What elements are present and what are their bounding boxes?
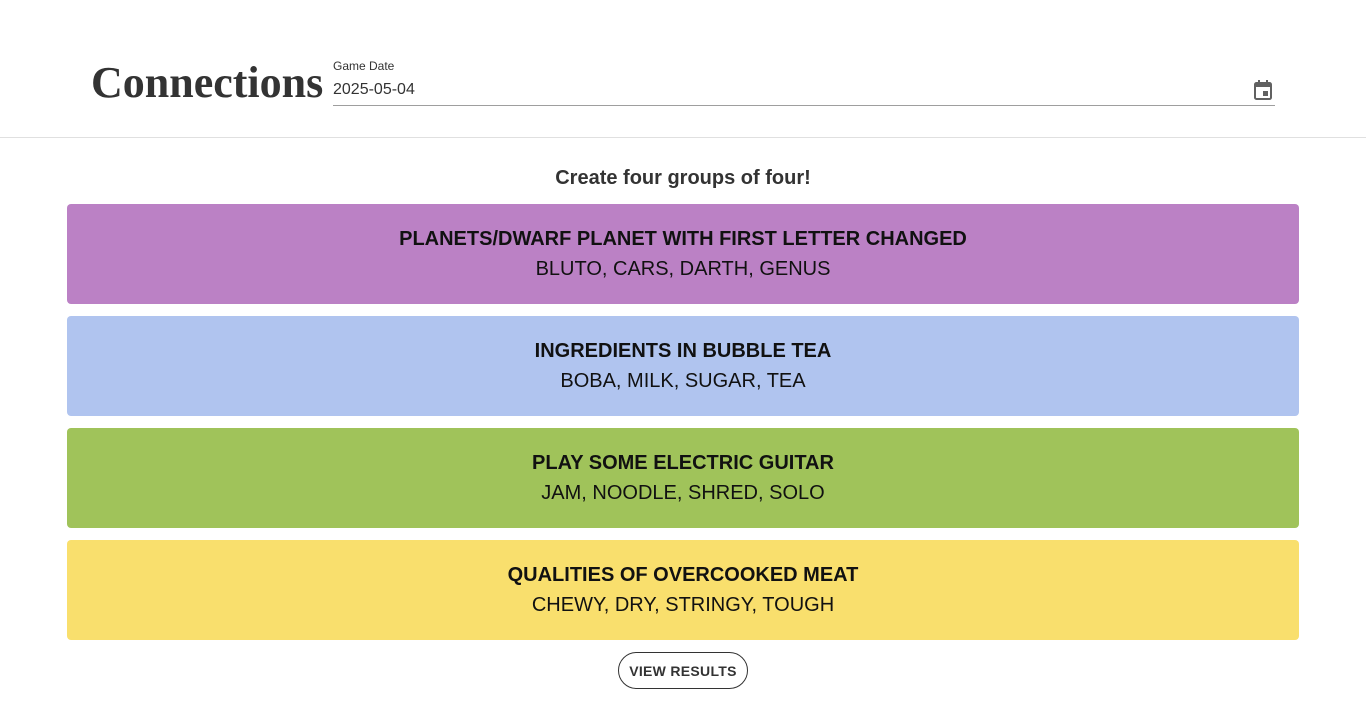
app-title: Connections [91,58,324,107]
view-results-button[interactable]: VIEW RESULTS [618,652,748,689]
game-date-field[interactable]: Game Date 2025-05-04 [333,59,1275,106]
game-date-label: Game Date [333,59,395,73]
group-words: JAM, NOODLE, SHRED, SOLO [541,482,825,504]
instructions-heading: Create four groups of four! [555,167,811,189]
group-title: INGREDIENTS IN BUBBLE TEA [534,340,832,362]
group-title: PLAY SOME ELECTRIC GUITAR [532,452,834,474]
header: Connections Game Date 2025-05-04 [0,0,1366,138]
solved-group: PLANETS/DWARF PLANET WITH FIRST LETTER C… [67,204,1299,304]
group-words: CHEWY, DRY, STRINGY, TOUGH [531,594,835,616]
group-title: QUALITIES OF OVERCOOKED MEAT [507,564,859,586]
game-date-input[interactable]: 2025-05-04 [333,80,415,100]
group-words: BOBA, MILK, SUGAR, TEA [560,370,806,392]
solved-group: QUALITIES OF OVERCOOKED MEAT CHEWY, DRY,… [67,540,1299,640]
solved-group: PLAY SOME ELECTRIC GUITAR JAM, NOODLE, S… [67,428,1299,528]
group-title: PLANETS/DWARF PLANET WITH FIRST LETTER C… [399,228,967,250]
solved-group: INGREDIENTS IN BUBBLE TEA BOBA, MILK, SU… [67,316,1299,416]
group-words: BLUTO, CARS, DARTH, GENUS [535,258,831,280]
calendar-icon[interactable] [1253,79,1273,101]
